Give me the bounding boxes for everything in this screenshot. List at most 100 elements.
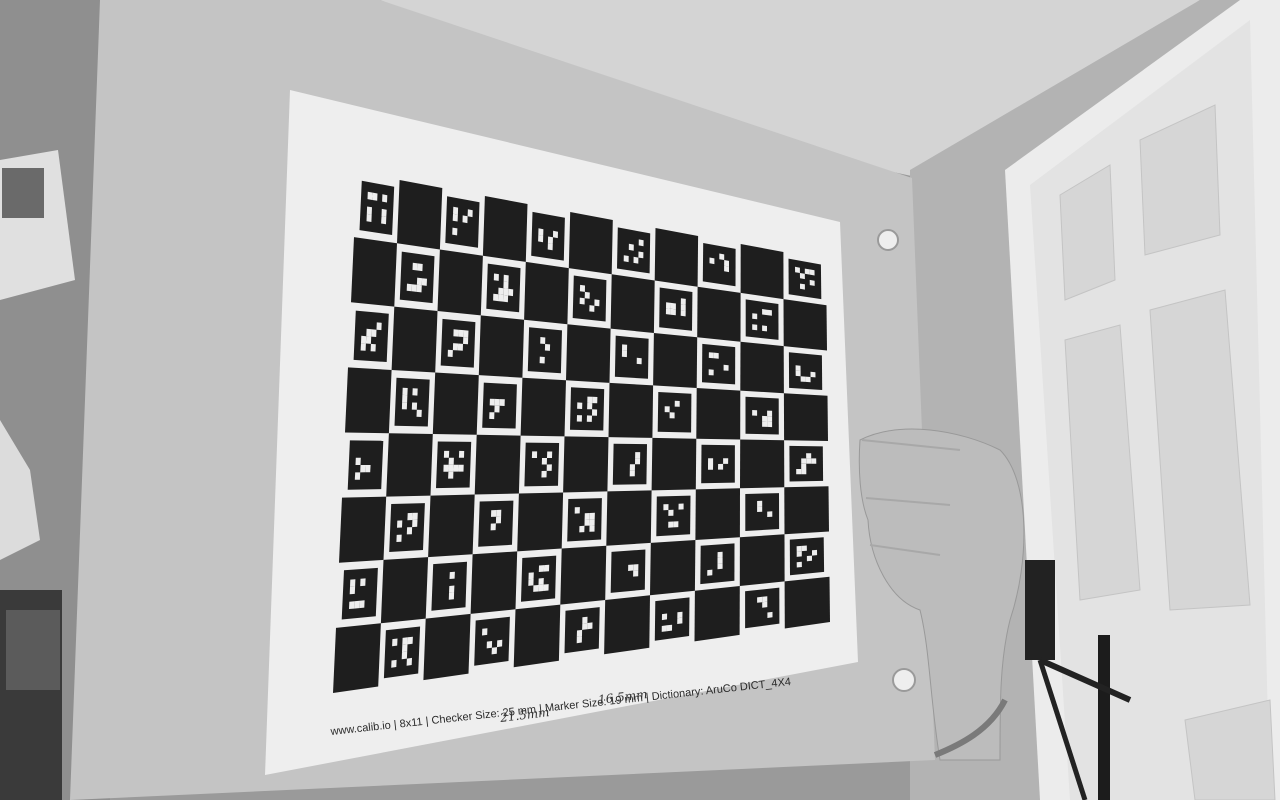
- tripod-head: [1025, 560, 1055, 660]
- marker-bit: [680, 304, 686, 311]
- marker-bit: [724, 260, 729, 267]
- checker-square: [650, 540, 696, 596]
- marker-bit: [717, 557, 723, 564]
- marker-bit: [396, 534, 402, 542]
- marker-bit: [752, 324, 758, 331]
- marker-bit: [811, 458, 817, 464]
- marker-bit: [628, 564, 634, 571]
- marker-bit: [366, 213, 372, 222]
- marker-bit: [718, 463, 724, 470]
- marker-bit: [752, 313, 758, 320]
- marker-bit: [366, 206, 372, 215]
- marker-bit: [801, 463, 807, 469]
- checker-square: [563, 436, 609, 493]
- marker-bit: [458, 464, 464, 472]
- marker-bit: [402, 637, 408, 645]
- marker-bit: [354, 472, 361, 480]
- marker-bit: [806, 458, 812, 464]
- marker-bit: [757, 506, 763, 512]
- marker-bit: [680, 298, 686, 305]
- marker-bit: [800, 283, 805, 290]
- marker-bit: [458, 329, 464, 337]
- marker-bit: [493, 273, 499, 281]
- marker-bit: [670, 308, 676, 316]
- marker-bit: [592, 396, 598, 404]
- aruco-marker: [445, 196, 480, 248]
- marker-bit: [579, 525, 585, 533]
- checker-square: [694, 586, 740, 642]
- marker-bit: [412, 512, 418, 520]
- marker-bit: [499, 399, 505, 406]
- marker-bit: [402, 644, 408, 653]
- marker-bit: [402, 387, 408, 396]
- checker-square: [783, 299, 827, 351]
- marker-bit: [417, 263, 423, 272]
- marker-bit: [547, 236, 553, 244]
- marker-bit: [709, 257, 715, 265]
- checker-square: [695, 488, 740, 540]
- marker-bit: [482, 628, 488, 636]
- marker-bit: [497, 639, 503, 648]
- marker-bit: [538, 578, 544, 585]
- marker-bit: [407, 512, 413, 521]
- aruco-marker: [614, 335, 649, 379]
- checker-square: [610, 274, 655, 333]
- marker-bit: [416, 277, 423, 286]
- marker-bit: [493, 293, 499, 302]
- marker-bit: [448, 592, 455, 600]
- board-hole: [892, 668, 916, 692]
- marker-bit: [416, 409, 422, 417]
- aruco-marker: [341, 567, 378, 620]
- marker-bit: [576, 636, 582, 644]
- marker-bit: [638, 251, 644, 259]
- marker-bit: [622, 344, 628, 351]
- marker-bit: [767, 421, 773, 428]
- marker-bit: [453, 464, 459, 472]
- marker-bit: [767, 511, 773, 517]
- checker-square: [654, 228, 699, 287]
- checker-square: [437, 249, 483, 316]
- marker-bit: [757, 500, 763, 507]
- marker-bit: [553, 230, 558, 239]
- marker-bit: [678, 503, 684, 510]
- marker-bit: [670, 302, 676, 310]
- marker-bit: [577, 402, 583, 409]
- checker-square: [740, 244, 784, 300]
- aruco-marker: [359, 180, 395, 235]
- marker-bit: [669, 412, 675, 419]
- marker-bit: [376, 322, 382, 331]
- marker-bit: [406, 527, 413, 535]
- marker-bit: [538, 228, 544, 236]
- marker-bit: [449, 571, 455, 579]
- marker-bit: [587, 396, 593, 404]
- aruco-marker: [701, 444, 735, 484]
- marker-bit: [463, 337, 469, 345]
- marker-bit: [538, 234, 544, 243]
- marker-bit: [635, 458, 641, 465]
- marker-bit: [543, 584, 549, 591]
- marker-bit: [795, 266, 800, 273]
- checker-square: [517, 492, 564, 552]
- marker-bit: [421, 278, 427, 286]
- aruco-marker: [399, 251, 435, 304]
- checker-square: [696, 388, 741, 440]
- marker-bit: [767, 416, 773, 422]
- marker-bit: [587, 402, 593, 410]
- marker-bit: [498, 294, 504, 302]
- marker-bit: [443, 450, 450, 458]
- aruco-marker: [745, 493, 780, 531]
- marker-bit: [452, 227, 458, 236]
- marker-bit: [717, 551, 723, 558]
- board-hole: [877, 229, 899, 251]
- marker-bit: [366, 328, 372, 337]
- marker-bit: [490, 523, 496, 531]
- marker-bit: [538, 584, 544, 592]
- marker-bit: [397, 520, 403, 528]
- marker-bit: [589, 305, 595, 312]
- marker-bit: [458, 450, 465, 458]
- checker-square: [339, 496, 387, 563]
- marker-bit: [412, 519, 418, 528]
- marker-bit: [677, 611, 683, 619]
- marker-bit: [767, 611, 773, 618]
- aruco-marker: [440, 318, 476, 368]
